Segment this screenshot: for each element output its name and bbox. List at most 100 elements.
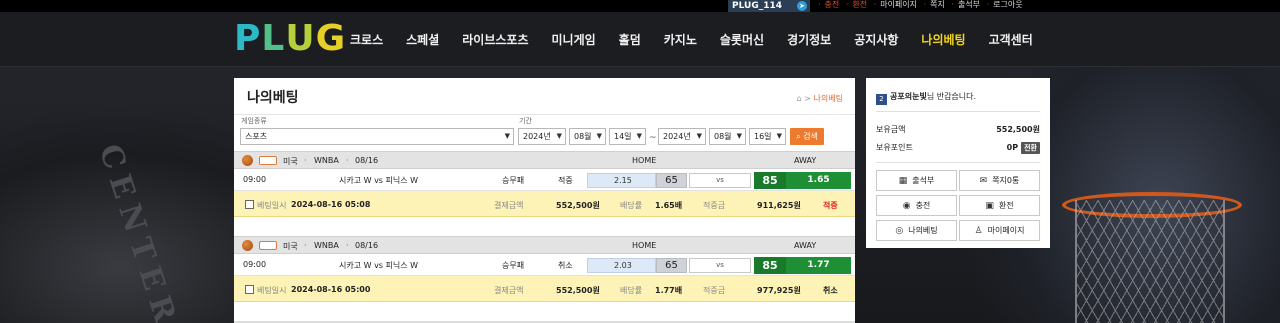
telegram-label: PLUG_114 [732, 1, 782, 11]
period-label: 기간 [519, 117, 532, 125]
bet-date: 08/16 [355, 156, 379, 165]
bet-payout: 911,625원 [757, 201, 801, 210]
basketball-icon [242, 240, 253, 251]
to-month-select[interactable]: 08월 ▼ [709, 128, 746, 145]
home-icon[interactable]: ⌂ [797, 94, 802, 103]
nav-live-sports[interactable]: 라이브스포츠 [462, 31, 528, 48]
my-betting-button[interactable]: ◎ 나의베팅 [876, 220, 957, 241]
toplink-mypage[interactable]: 마이페이지 [880, 0, 917, 9]
toplink-messages[interactable]: 쪽지 [930, 0, 945, 9]
market-type: 승무패 [502, 176, 525, 185]
from-month-select[interactable]: 08월 ▼ [569, 128, 606, 145]
envelope-icon: ✉ [979, 176, 988, 186]
match-teams: 시카고 W vs 피닉스 W [339, 261, 419, 270]
title-divider [234, 114, 855, 115]
toplink-charge[interactable]: 충전 [825, 0, 840, 9]
bet-header: 미국 · WNBA · 08/16 HOME AWAY [234, 236, 855, 254]
user-info-box: 2 공포의눈빛님 반갑습니다. 보유금액 552,500원 보유포인트 0P 전환 … [866, 78, 1050, 248]
from-year-select[interactable]: 2024년 ▼ [518, 128, 566, 145]
background-hoop-net [1075, 200, 1225, 323]
exchange-button[interactable]: ▣ 환전 [959, 195, 1040, 216]
match-time: 09:00 [243, 175, 267, 184]
divider [876, 162, 1040, 163]
away-score: 85 [754, 257, 786, 274]
wallet-icon: ▣ [985, 201, 994, 211]
bet-time-label: 베팅일시 [257, 201, 287, 210]
bet-multiplier: 1.77배 [655, 286, 683, 295]
bet-league: WNBA [314, 156, 339, 165]
away-pick: 85 1.65 [754, 172, 851, 189]
telegram-badge[interactable]: PLUG_114 ➤ [728, 0, 810, 12]
nav-minigame[interactable]: 미니게임 [552, 31, 596, 48]
points-label: 보유포인트 [876, 143, 913, 152]
bet-select-checkbox[interactable] [245, 285, 254, 294]
toplink-attendance[interactable]: 출석부 [958, 0, 980, 9]
pick-result: 취소 [558, 261, 573, 270]
nav-special[interactable]: 스페셜 [406, 31, 439, 48]
bet-select-checkbox[interactable] [245, 200, 254, 209]
divider [876, 111, 1040, 112]
nav-notice[interactable]: 공지사항 [854, 31, 898, 48]
market-type: 승무패 [502, 261, 525, 270]
multiplier-label: 배당률 [620, 201, 643, 210]
to-day-select[interactable]: 16일 ▼ [749, 128, 786, 145]
mypage-button[interactable]: ♙ 마이페이지 [959, 220, 1040, 241]
nav-slot[interactable]: 슬롯머신 [720, 31, 764, 48]
bet-country: 미국 [283, 157, 298, 166]
telegram-icon: ➤ [797, 1, 807, 11]
nav-holdem[interactable]: 홀덤 [619, 31, 641, 48]
balance-row: 보유금액 552,500원 [876, 124, 1040, 135]
pick-result: 적중 [558, 176, 573, 185]
nav-casino[interactable]: 카지노 [664, 31, 697, 48]
charge-button[interactable]: ◉ 충전 [876, 195, 957, 216]
attendance-button[interactable]: ▦ 출석부 [876, 170, 957, 191]
greeting-suffix: 님 반갑습니다. [926, 92, 977, 101]
chevron-down-icon: ▼ [636, 132, 642, 140]
bet-date: 08/16 [355, 241, 379, 250]
bet-multiplier: 1.65배 [655, 201, 683, 210]
my-betting-panel: 나의베팅 ⌂ > 나의베팅 게임종류 스포츠 ▼ 기간 2024년 ▼ 08월 ▼ 1… [234, 78, 855, 323]
nav-my-betting[interactable]: 나의베팅 [921, 31, 965, 48]
home-header: HOME [632, 241, 657, 250]
bet-card: 미국 · WNBA · 08/16 HOME AWAY 09:00 시카고 W … [234, 236, 855, 308]
toplink-exchange[interactable]: 환전 [852, 0, 867, 9]
from-day-select[interactable]: 14일 ▼ [609, 128, 646, 145]
target-icon: ◎ [895, 226, 904, 236]
page-title: 나의베팅 [247, 90, 299, 106]
user-icon: ♙ [974, 226, 983, 236]
top-links: · 충전 · 환전 · 마이페이지 · 쪽지 · 출석부 · 로그아웃 [818, 0, 1023, 9]
to-year-select[interactable]: 2024년 ▼ [658, 128, 706, 145]
level-badge: 2 [876, 94, 887, 105]
bet-amount: 552,500원 [556, 201, 600, 210]
convert-button[interactable]: 전환 [1021, 142, 1040, 154]
away-odds: 1.65 [807, 175, 830, 185]
messages-button[interactable]: ✉ 쪽지0통 [959, 170, 1040, 191]
league-logo-icon [259, 241, 277, 250]
bet-amount: 552,500원 [556, 286, 600, 295]
bet-time: 2024-08-16 05:08 [291, 200, 371, 209]
bet-time: 2024-08-16 05:00 [291, 285, 371, 294]
amount-label: 결제금액 [494, 201, 524, 210]
breadcrumb-current: 나의베팅 [813, 94, 843, 103]
nav-cross[interactable]: 크로스 [350, 31, 383, 48]
bet-summary-row: 베팅일시 2024-08-16 05:00 결제금액 552,500원 배당률 … [234, 276, 855, 302]
bet-country: 미국 [283, 242, 298, 251]
date-separator: ~ [649, 133, 657, 143]
search-button[interactable]: ⌕ 검색 [790, 128, 824, 145]
nav-customer-center[interactable]: 고객센터 [989, 31, 1033, 48]
points-value: 0P [1006, 143, 1019, 152]
chevron-down-icon: ▼ [776, 132, 782, 140]
nav-match-info[interactable]: 경기정보 [787, 31, 831, 48]
chevron-down-icon: ▼ [696, 132, 702, 140]
bet-time-label: 베팅일시 [257, 286, 287, 295]
toplink-logout[interactable]: 로그아웃 [993, 0, 1022, 9]
username: 공포의눈빛 [890, 92, 927, 101]
game-type-select[interactable]: 스포츠 ▼ [240, 128, 514, 145]
bet-header: 미국 · WNBA · 08/16 HOME AWAY [234, 151, 855, 169]
amount-label: 결제금액 [494, 286, 524, 295]
site-logo[interactable]: P L U G [234, 20, 346, 57]
home-header: HOME [632, 156, 657, 165]
vs-label: vs [689, 258, 751, 273]
away-pick: 85 1.77 [754, 257, 851, 274]
bet-summary-row: 베팅일시 2024-08-16 05:08 결제금액 552,500원 배당률 … [234, 191, 855, 217]
